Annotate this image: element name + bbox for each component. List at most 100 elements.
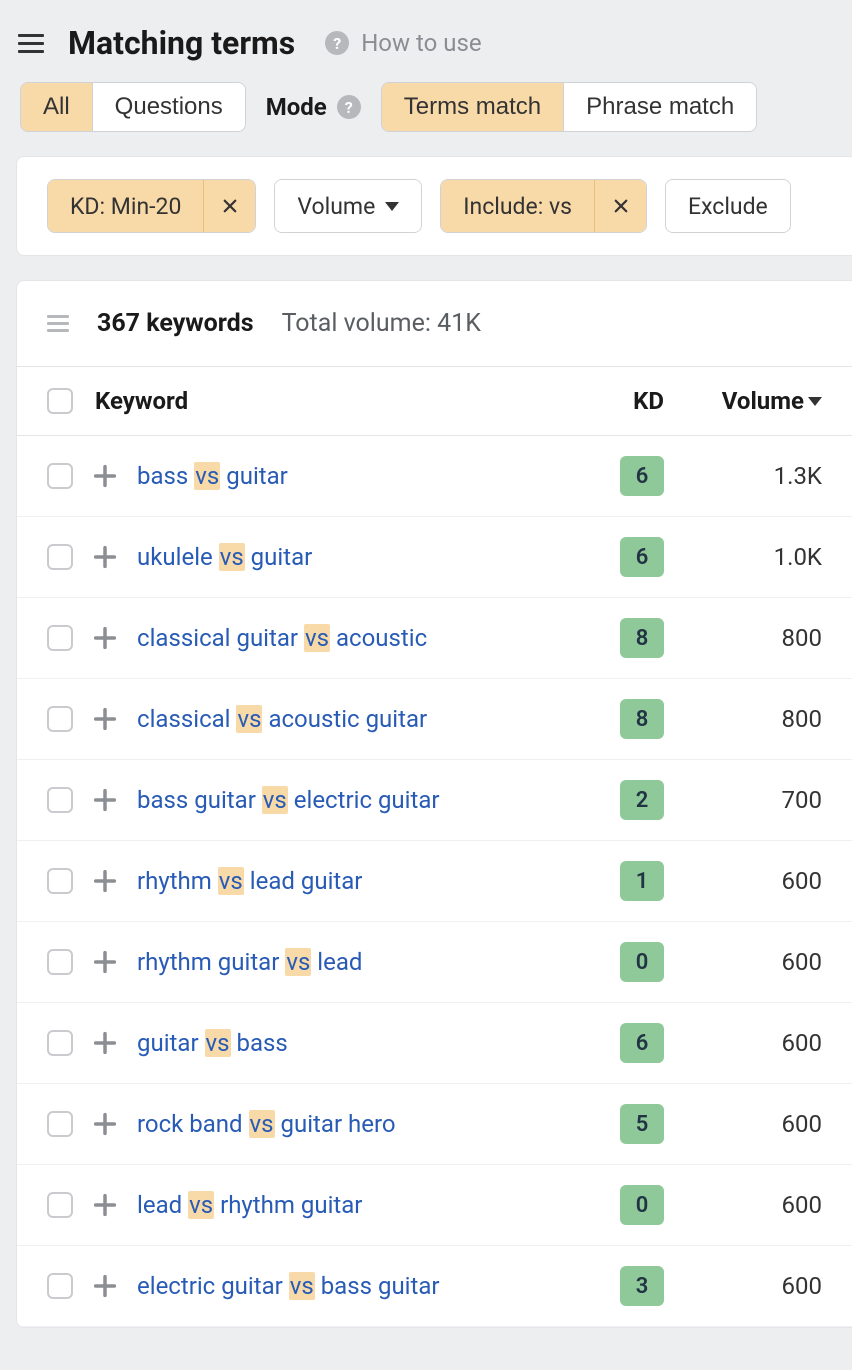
help-icon[interactable]: ? — [325, 31, 349, 55]
menu-icon[interactable] — [18, 34, 44, 53]
row-checkbox[interactable] — [47, 463, 73, 489]
keyword-link[interactable]: bass guitar vs electric guitar — [137, 786, 566, 814]
volume-filter-chip[interactable]: Volume — [274, 179, 422, 233]
highlight-token: vs — [236, 705, 262, 733]
table-row: rhythm guitar vs lead 0 600 — [17, 922, 852, 1003]
mode-help-icon[interactable]: ? — [337, 95, 361, 119]
kd-cell: 6 — [584, 456, 664, 496]
highlight-token: vs — [188, 1191, 214, 1219]
scope-questions-button[interactable]: Questions — [93, 83, 245, 131]
row-checkbox[interactable] — [47, 706, 73, 732]
row-checkbox[interactable] — [47, 1030, 73, 1056]
add-icon[interactable] — [91, 624, 119, 652]
kd-badge: 0 — [620, 1185, 664, 1225]
highlight-token: vs — [218, 867, 244, 895]
results-panel: 367 keywords Total volume: 41K Keyword K… — [16, 280, 852, 1328]
volume-cell: 600 — [682, 1029, 822, 1057]
phrase-match-button[interactable]: Phrase match — [564, 83, 756, 131]
row-checkbox[interactable] — [47, 1192, 73, 1218]
kd-badge: 6 — [620, 537, 664, 577]
column-header-keyword[interactable]: Keyword — [95, 387, 566, 415]
keyword-link[interactable]: rhythm vs lead guitar — [137, 867, 566, 895]
kd-badge: 2 — [620, 780, 664, 820]
kd-cell: 6 — [584, 1023, 664, 1063]
add-icon[interactable] — [91, 1029, 119, 1057]
row-checkbox[interactable] — [47, 1273, 73, 1299]
add-icon[interactable] — [91, 1191, 119, 1219]
kd-badge: 6 — [620, 456, 664, 496]
highlight-token: vs — [219, 543, 245, 571]
table-row: bass vs guitar61.3K — [17, 436, 852, 517]
help-group: ? How to use — [325, 29, 481, 57]
kd-filter-chip[interactable]: KD: Min-20 — [47, 179, 256, 233]
terms-match-button[interactable]: Terms match — [382, 83, 564, 131]
keyword-link[interactable]: classical vs acoustic guitar — [137, 705, 566, 733]
row-checkbox[interactable] — [47, 544, 73, 570]
add-icon[interactable] — [91, 543, 119, 571]
add-icon[interactable] — [91, 786, 119, 814]
kd-cell: 5 — [584, 1104, 664, 1144]
scope-all-button[interactable]: All — [21, 83, 93, 131]
kd-cell: 8 — [584, 699, 664, 739]
keyword-link[interactable]: lead vs rhythm guitar — [137, 1191, 566, 1219]
highlight-token: vs — [249, 1110, 275, 1138]
page-title: Matching terms — [68, 24, 295, 62]
table-row: bass guitar vs electric guitar2700 — [17, 760, 852, 841]
volume-cell: 600 — [682, 1110, 822, 1138]
close-icon — [221, 197, 239, 215]
keyword-link[interactable]: rhythm guitar vs lead — [137, 948, 566, 976]
volume-cell: 800 — [682, 624, 822, 652]
keyword-link[interactable]: guitar vs bass — [137, 1029, 566, 1057]
keyword-link[interactable]: electric guitar vs bass guitar — [137, 1272, 566, 1300]
table-header: Keyword KD Volume — [17, 367, 852, 436]
highlight-token: vs — [289, 1272, 315, 1300]
column-settings-icon[interactable] — [47, 315, 69, 332]
kd-badge: 3 — [620, 1266, 664, 1306]
how-to-use-link[interactable]: How to use — [361, 29, 481, 57]
row-checkbox[interactable] — [47, 949, 73, 975]
keyword-link[interactable]: rock band vs guitar hero — [137, 1110, 566, 1138]
highlight-token: vs — [262, 786, 288, 814]
add-icon[interactable] — [91, 948, 119, 976]
table-row: rock band vs guitar hero 5 600 — [17, 1084, 852, 1165]
add-icon[interactable] — [91, 462, 119, 490]
mode-bar: All Questions Mode ? Terms match Phrase … — [0, 82, 852, 156]
volume-cell: 800 — [682, 705, 822, 733]
kd-cell: 2 — [584, 780, 664, 820]
sort-desc-icon — [808, 397, 822, 406]
keyword-link[interactable]: ukulele vs guitar — [137, 543, 566, 571]
exclude-filter-chip[interactable]: Exclude — [665, 179, 791, 233]
keyword-link[interactable]: bass vs guitar — [137, 462, 566, 490]
column-header-volume[interactable]: Volume — [682, 387, 822, 415]
add-icon[interactable] — [91, 1272, 119, 1300]
include-filter-chip[interactable]: Include: vs — [440, 179, 647, 233]
add-icon[interactable] — [91, 1110, 119, 1138]
exclude-filter-label: Exclude — [666, 180, 790, 232]
highlight-token: vs — [194, 462, 220, 490]
kd-filter-label: KD: Min-20 — [48, 180, 203, 232]
kd-badge: 0 — [620, 942, 664, 982]
kd-badge: 8 — [620, 618, 664, 658]
add-icon[interactable] — [91, 867, 119, 895]
include-filter-label: Include: vs — [441, 180, 594, 232]
select-all-checkbox[interactable] — [47, 388, 73, 414]
row-checkbox[interactable] — [47, 625, 73, 651]
table-row: classical vs acoustic guitar 8 800 — [17, 679, 852, 760]
row-checkbox[interactable] — [47, 1111, 73, 1137]
column-header-kd[interactable]: KD — [584, 387, 664, 415]
volume-cell: 600 — [682, 948, 822, 976]
include-filter-remove[interactable] — [594, 180, 646, 232]
keyword-link[interactable]: classical guitar vs acoustic — [137, 624, 566, 652]
header: Matching terms ? How to use — [0, 0, 852, 82]
volume-cell: 1.0K — [682, 543, 822, 571]
volume-cell: 600 — [682, 867, 822, 895]
kd-filter-remove[interactable] — [203, 180, 255, 232]
row-checkbox[interactable] — [47, 787, 73, 813]
volume-cell: 600 — [682, 1191, 822, 1219]
add-icon[interactable] — [91, 705, 119, 733]
row-checkbox[interactable] — [47, 868, 73, 894]
table-body: bass vs guitar61.3Kukulele vs guitar61.0… — [17, 436, 852, 1327]
total-volume: Total volume: 41K — [282, 309, 481, 338]
summary-row: 367 keywords Total volume: 41K — [17, 281, 852, 367]
highlight-token: vs — [304, 624, 330, 652]
